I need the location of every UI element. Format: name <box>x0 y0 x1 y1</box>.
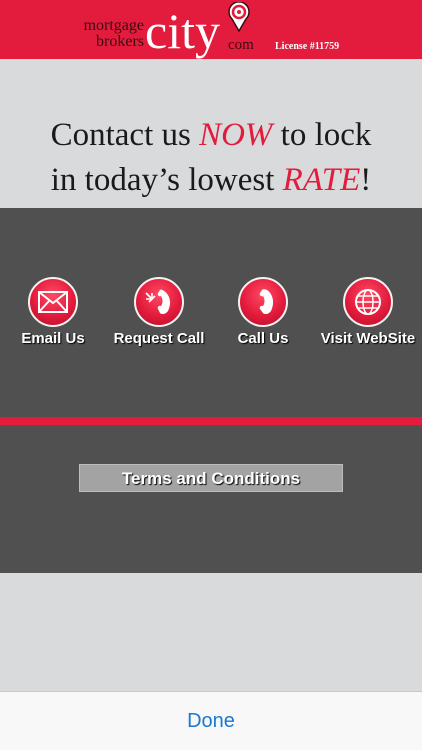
license-number: License #11759 <box>275 41 340 52</box>
done-button[interactable]: Done <box>0 692 422 750</box>
headline-line2-end: ! <box>360 162 372 198</box>
terms-and-conditions-button[interactable]: Terms and Conditions <box>79 464 343 492</box>
globe-icon <box>343 277 393 327</box>
headline-line2-start: in today’s lowest <box>50 162 283 198</box>
app-header: mortgage brokers city com License #11759 <box>0 0 422 59</box>
logo-brokers-text: brokers <box>96 33 144 50</box>
headline-line1-start: Contact us <box>50 117 200 153</box>
visit-website-label: Visit WebSite <box>320 330 416 347</box>
actions-panel <box>0 208 422 573</box>
headline-now-emphasis: NOW <box>199 117 273 153</box>
logo-mortgage-text: mortgage <box>83 17 144 34</box>
headline-line1-end: to lock <box>272 117 372 153</box>
request-call-button[interactable]: Request Call <box>104 277 214 347</box>
call-us-button[interactable]: Call Us <box>208 277 318 347</box>
visit-website-button[interactable]: Visit WebSite <box>313 277 422 347</box>
headline-rate-emphasis: RATE <box>282 162 361 198</box>
phone-callback-icon <box>134 277 184 327</box>
location-pin-icon <box>228 2 250 32</box>
request-call-label: Request Call <box>113 330 205 347</box>
logo-com-text: com <box>228 37 254 53</box>
brand-logo: mortgage brokers city com License #11759 <box>72 2 342 59</box>
email-us-button[interactable]: Email Us <box>0 277 108 347</box>
email-us-label: Email Us <box>21 330 85 347</box>
phone-icon <box>238 277 288 327</box>
envelope-icon <box>28 277 78 327</box>
divider-red <box>0 417 422 425</box>
call-us-label: Call Us <box>237 330 289 347</box>
bottom-toolbar: Done <box>0 691 422 750</box>
logo-city-text: city <box>145 3 220 59</box>
promo-headline: Contact us NOW to lock in today’s lowest… <box>0 113 422 203</box>
